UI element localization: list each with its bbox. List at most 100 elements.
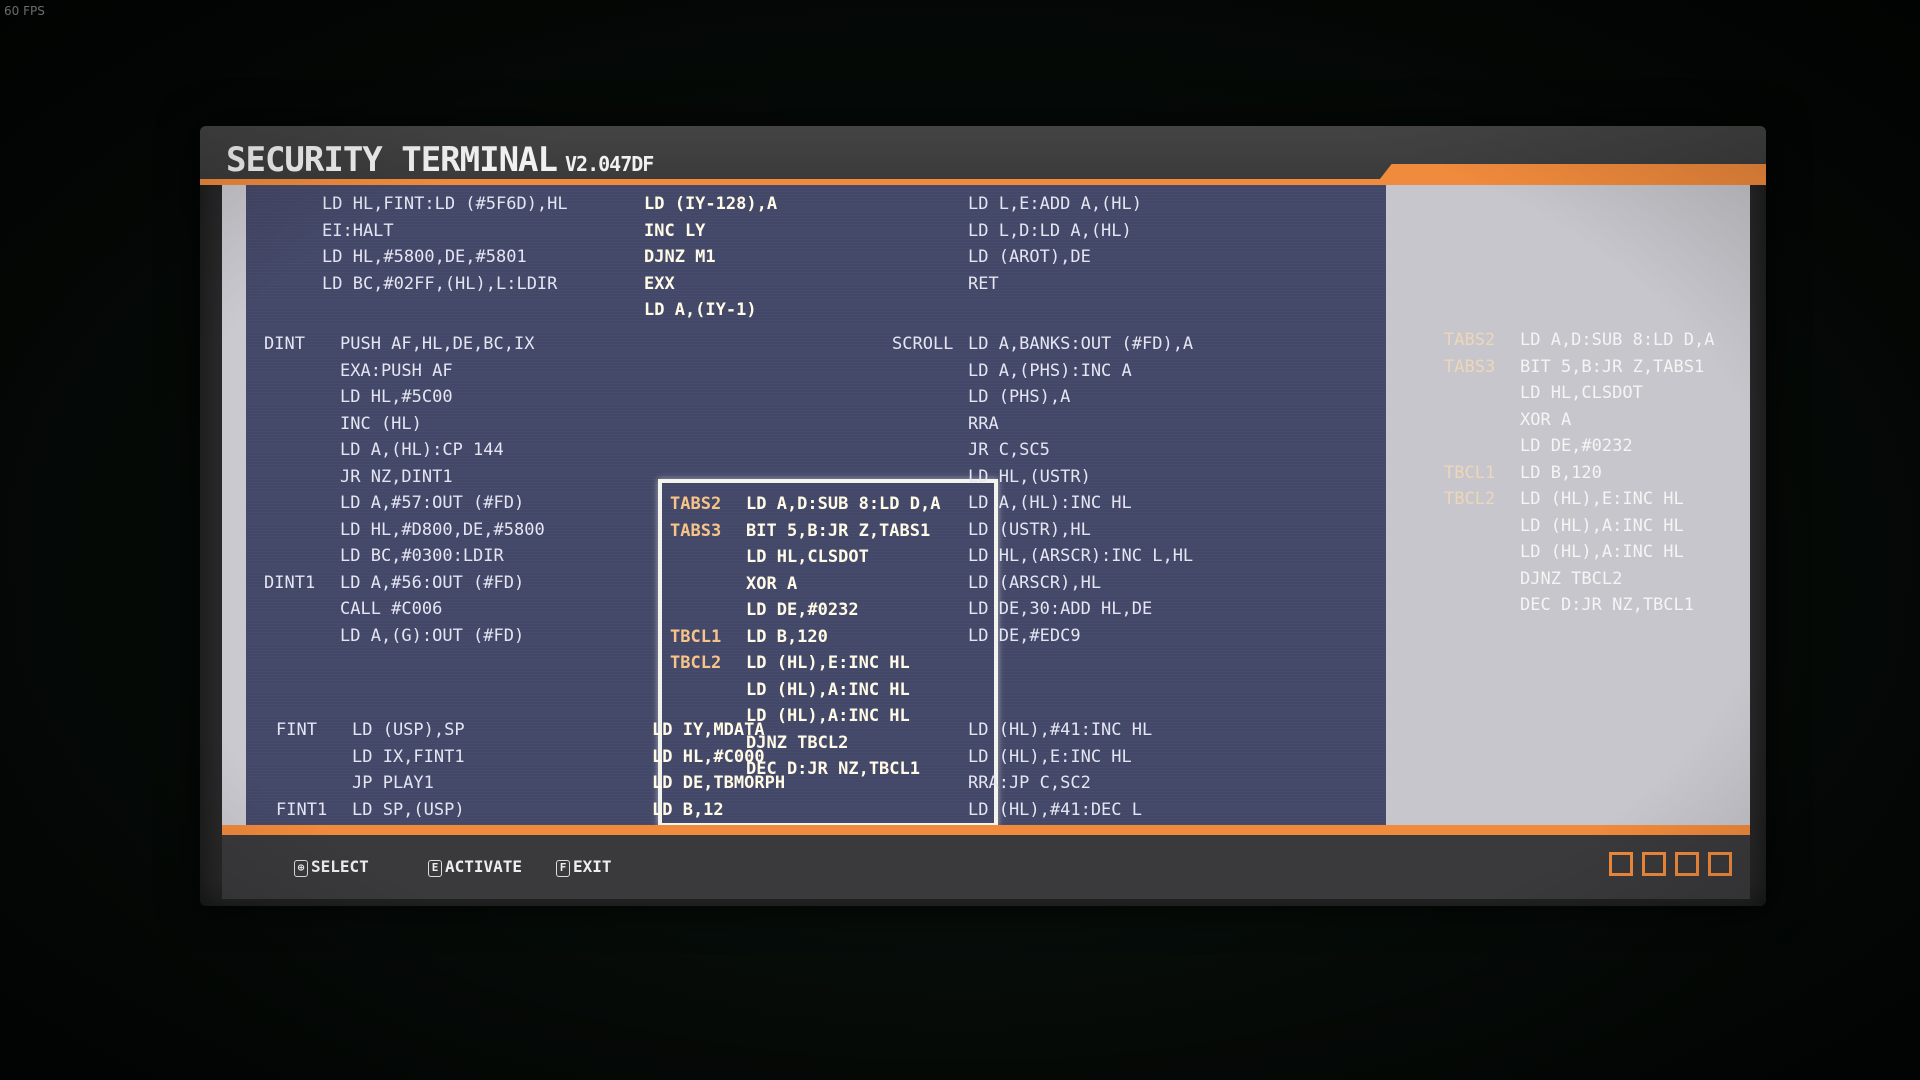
code-line: JP PLAY1 (276, 770, 465, 797)
code-instruction: CALL #C006 (340, 599, 443, 619)
code-line: TBCL2 LD (HL),E:INC HL (670, 650, 940, 677)
status-square (1708, 852, 1732, 876)
code-line: LD HL,#5800,DE,#5801 (322, 247, 527, 267)
code-line: LD (PHS),A (892, 384, 1193, 411)
code-line: DINT1 LD A,#56:OUT (#FD) (264, 570, 545, 597)
code-line: DINT PUSH AF,HL,DE,BC,IX (264, 331, 545, 358)
footer-bar: ⊕ SELECT E ACTIVATE F EXIT (222, 835, 1750, 899)
code-line: LD L,D:LD A,(HL) (968, 220, 1132, 241)
code-line: LD BC,#02FF,(HL),L:LDIR (322, 273, 558, 294)
code-line: LD (HL),A:INC HL (1444, 539, 1714, 566)
select-hint[interactable]: ⊕ SELECT (294, 857, 369, 877)
code-line: LD A,(PHS):INC A (892, 358, 1193, 385)
code-instruction: LD HL,#5C00 (340, 387, 453, 407)
code-line: LD (HL),#41:DEC L (968, 799, 1142, 820)
status-square (1675, 852, 1699, 876)
code-line: DJNZ M1 (644, 247, 716, 267)
code-instruction: XOR A (1520, 409, 1572, 430)
code-label: DINT (264, 334, 305, 354)
code-label: TBCL1 (1444, 462, 1496, 483)
code-line: CALL #C006 (264, 596, 545, 623)
code-label: TABS2 (1444, 330, 1496, 350)
select-label: SELECT (311, 857, 369, 876)
code-instruction: LD (PHS),A (968, 387, 1071, 407)
code-label: TABS3 (670, 520, 722, 541)
code-line: RRA (892, 411, 1193, 438)
code-line: LD DE,#0232 (1444, 433, 1714, 460)
code-block-col3-bot: LD (HL),#41:INC HL LD (HL),E:INC HL RRA:JP… (968, 717, 1152, 823)
code-line: LD DE,TBMORPH (652, 773, 786, 793)
code-line: TBCL1 LD B,120 (1444, 460, 1714, 487)
status-indicators (1600, 852, 1732, 880)
code-line: LD HL,#D800,DE,#5800 (264, 517, 545, 544)
code-instruction: LD B,120 (1520, 462, 1602, 483)
code-line: LD A,(HL):INC HL (892, 490, 1193, 517)
code-line: XOR A (1444, 407, 1714, 434)
code-instruction: LD (HL),A:INC HL (1520, 515, 1684, 536)
code-label: DINT1 (264, 572, 316, 593)
code-label: TBCL1 (670, 626, 722, 647)
code-instruction: JR NZ,DINT1 (340, 466, 453, 487)
code-line: LD A,(IY-1) (644, 300, 757, 320)
footer-accent-line (222, 825, 1750, 835)
code-instruction: LD HL,(ARSCR):INC L,HL (968, 546, 1194, 566)
code-line: LD (HL),E:INC HL (968, 746, 1132, 767)
key-f-icon: F (556, 860, 570, 877)
code-instruction: JR C,SC5 (968, 440, 1050, 460)
code-instruction: PUSH AF,HL,DE,BC,IX (340, 334, 535, 354)
code-instruction: LD HL,(USTR) (968, 466, 1091, 487)
activate-hint[interactable]: E ACTIVATE (428, 857, 522, 877)
code-instruction: LD A,#56:OUT (#FD) (340, 572, 525, 593)
code-instruction: LD (HL),A:INC HL (746, 679, 910, 700)
code-line: LD (ARSCR),HL (892, 570, 1193, 597)
code-instruction: LD DE,#0232 (746, 600, 859, 620)
code-instruction: LD DE,#0232 (1520, 436, 1633, 456)
code-instruction: LD A,BANKS:OUT (#FD),A (968, 334, 1194, 354)
dpad-icon: ⊕ (294, 860, 308, 877)
code-line: LD B,12 (652, 799, 724, 820)
code-panel: LD HL,FINT:LD (#5F6D),HL EI:HALT LD HL,#58… (246, 185, 1386, 825)
code-instruction: EXA:PUSH AF (340, 360, 453, 381)
code-line: SCROLL LD A,BANKS:OUT (#FD),A (892, 331, 1193, 358)
code-line: FINT1 LD SP,(USP) (276, 797, 465, 824)
code-line: EXA:PUSH AF (264, 358, 545, 385)
code-instruction: LD (ARSCR),HL (968, 572, 1102, 593)
code-instruction: JP PLAY1 (352, 773, 434, 793)
code-line: LD IX,FINT1 (276, 744, 465, 771)
exit-label: EXIT (573, 857, 612, 876)
fps-counter: 60 FPS (4, 4, 45, 18)
code-instruction: LD HL,CLSDOT (1520, 383, 1643, 403)
code-block-col3-top: LD L,E:ADD A,(HL) LD L,D:LD A,(HL) LD (ARO… (968, 191, 1142, 297)
code-instruction: DJNZ TBCL2 (1520, 568, 1623, 589)
code-label: TABS2 (670, 494, 722, 514)
code-line: TABS3 BIT 5,B:JR Z,TABS1 (1444, 354, 1714, 381)
code-instruction: LD HL,CLSDOT (746, 547, 869, 567)
code-line: TABS2 LD A,D:SUB 8:LD D,A (1444, 327, 1714, 354)
code-line: LD HL,FINT:LD (#5F6D),HL (322, 194, 568, 214)
status-square (1609, 852, 1633, 876)
code-instruction: LD HL,#D800,DE,#5800 (340, 519, 545, 540)
code-instruction: LD (USP),SP (352, 720, 465, 740)
preview-panel: TABS2 LD A,D:SUB 8:LD D,A TABS3 BIT 5,B:JR … (1386, 185, 1750, 825)
code-line: LD L,E:ADD A,(HL) (968, 194, 1142, 214)
code-line: LD (HL),A:INC HL (670, 677, 940, 704)
code-instruction: LD BC,#0300:LDIR (340, 546, 504, 566)
code-label: SCROLL (892, 334, 954, 354)
code-line: LD (HL),A:INC HL (1444, 513, 1714, 540)
code-instruction: LD (HL),E:INC HL (1520, 489, 1684, 509)
code-line: TBCL2 LD (HL),E:INC HL (1444, 486, 1714, 513)
code-line: LD (USTR),HL (892, 517, 1193, 544)
code-line: RET (968, 273, 999, 294)
left-scrollbar[interactable] (222, 185, 246, 825)
code-instruction: LD B,120 (746, 626, 828, 647)
code-line: JR NZ,DINT1 (264, 464, 545, 491)
code-block-col1-top: LD HL,FINT:LD (#5F6D),HL EI:HALT LD HL,#58… (322, 191, 568, 297)
code-instruction: LD A,(PHS):INC A (968, 360, 1132, 381)
code-line: EXX (644, 273, 675, 294)
code-instruction: LD A,(HL):INC HL (968, 493, 1132, 513)
code-label: TABS3 (1444, 356, 1496, 377)
code-instruction: RRA (968, 413, 999, 434)
exit-hint[interactable]: F EXIT (556, 857, 612, 877)
code-line: LD A,(HL):CP 144 (264, 437, 545, 464)
title-text: SECURITY TERMINAL (226, 140, 558, 180)
